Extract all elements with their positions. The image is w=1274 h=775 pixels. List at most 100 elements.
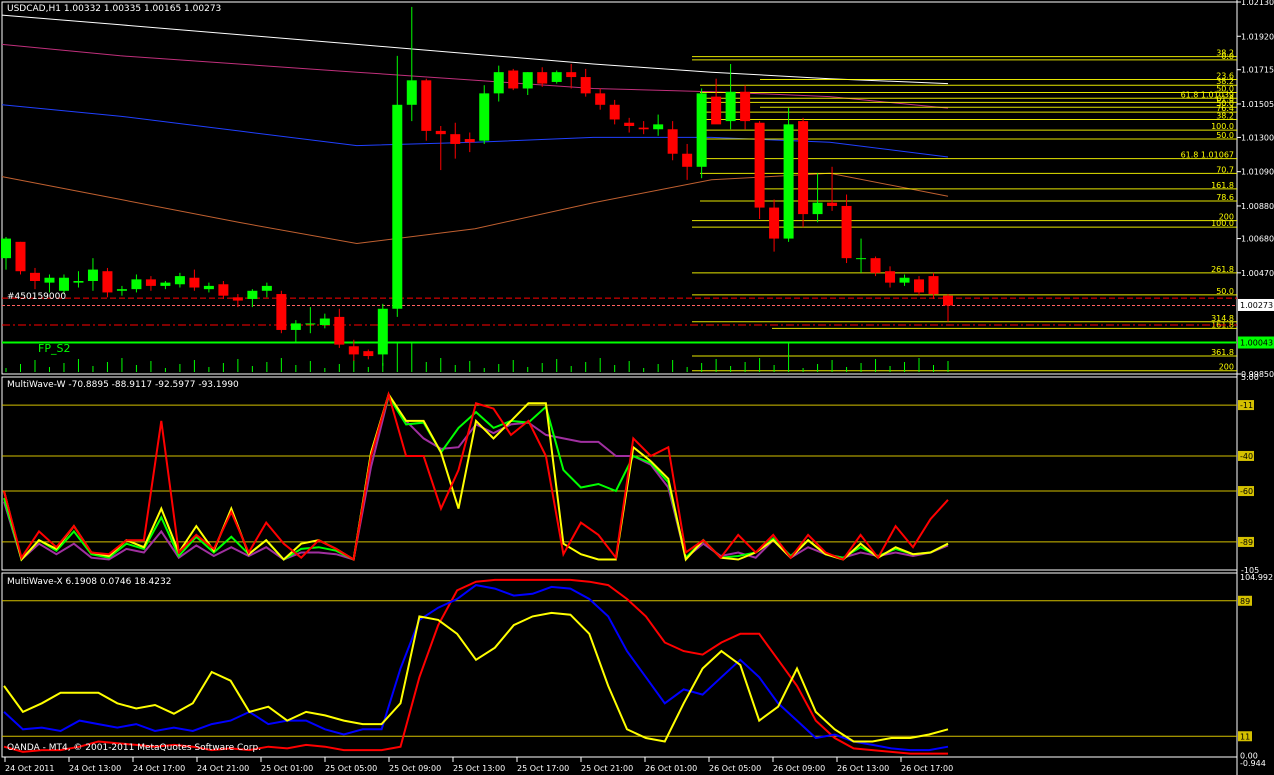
candle-body [493, 72, 504, 94]
fib-level-label: 0.0 [1221, 52, 1234, 61]
candle-body [189, 277, 200, 288]
candle-body [566, 72, 577, 78]
candle-body [696, 93, 707, 167]
candle-body [145, 279, 156, 286]
moving-average-line-0 [1, 14, 949, 85]
candle-body [29, 272, 40, 281]
candle-body [653, 124, 664, 130]
price-axis-label: 1.02130 [1241, 0, 1274, 7]
candle-body [682, 153, 693, 167]
time-axis-label: 26 Oct 09:00 [773, 764, 825, 773]
price-axis-label: 1.00680 [1241, 235, 1274, 244]
fib-level-label: 161.8 [1211, 181, 1234, 190]
wave-w-scale-label: -60 [1240, 487, 1253, 496]
time-axis-label: 26 Oct 05:00 [709, 764, 761, 773]
time-axis-label: 24 Oct 17:00 [133, 764, 185, 773]
wave-w-series-3 [3, 390, 949, 562]
candle-body [914, 279, 925, 293]
price-axis-label: 1.01920 [1241, 32, 1274, 41]
candle-body [392, 104, 403, 309]
wave-x-scale-label: 89 [1240, 597, 1250, 606]
time-axis-label: 25 Oct 17:00 [517, 764, 569, 773]
fib-level-label: 200 [1219, 363, 1234, 372]
candle-body [58, 277, 69, 291]
time-axis-label: 26 Oct 13:00 [837, 764, 889, 773]
wave-w-scale-label: 5.00 [1241, 373, 1259, 382]
wave-w-header: MultiWave-W -70.8895 -88.9117 -92.5977 -… [7, 380, 239, 390]
candle-body [464, 139, 475, 143]
candle-body [305, 323, 316, 325]
candle-body [1, 238, 11, 259]
copyright-footer: OANDA - MT4, © 2001-2011 MetaQuotes Soft… [7, 743, 262, 753]
candle-body [522, 72, 533, 89]
candle-body [44, 277, 55, 283]
candle-body [73, 281, 84, 283]
fib-level-label: 78.6 [1216, 193, 1234, 202]
fp-s2-label: FP_S2 [38, 342, 71, 355]
candle-body [421, 80, 432, 131]
wave-x-scale-label: -0.944 [1240, 759, 1266, 768]
candle-body [885, 271, 896, 283]
candle-body [624, 122, 635, 126]
candle-body [87, 269, 98, 281]
wave-x-scale-label: 11 [1240, 732, 1250, 741]
fib-level-label: 361.8 [1211, 348, 1234, 357]
price-axis-label: 1.01505 [1241, 100, 1274, 109]
candle-body [870, 258, 881, 273]
candle-body [160, 282, 171, 286]
panel-frame-0 [1, 1, 1238, 375]
candle-body [943, 295, 953, 306]
price-axis-label: 1.01715 [1241, 66, 1274, 75]
candle-body [450, 134, 461, 144]
candle-body [638, 127, 649, 130]
candle-body [276, 294, 287, 330]
candle-body [218, 284, 229, 296]
main-header: USDCAD,H1 1.00332 1.00335 1.00165 1.0027… [7, 4, 222, 14]
candle-body [856, 258, 867, 260]
time-axis-label: 25 Oct 09:00 [389, 764, 441, 773]
time-axis-label: 24 Oct 21:00 [197, 764, 249, 773]
candle-body [247, 290, 258, 299]
wave-x-scale-label: 104.992 [1240, 573, 1273, 582]
candle-body [479, 93, 490, 141]
wave-x-header: MultiWave-X 6.1908 0.0746 18.4232 [7, 577, 172, 587]
candle-body [537, 72, 548, 84]
candle-body [725, 91, 736, 122]
time-axis-label: 25 Oct 13:00 [453, 764, 505, 773]
candle-body [740, 91, 751, 122]
support-price-label: 1.00043 [1240, 339, 1273, 348]
candle-body [812, 202, 823, 215]
wave-w-scale-label: -11 [1240, 401, 1253, 410]
candle-body [363, 351, 374, 357]
candle-body [580, 77, 591, 94]
candle-body [203, 285, 214, 290]
candle-body [116, 289, 127, 291]
candle-body [406, 80, 417, 105]
candle-body [841, 205, 852, 259]
current-price-label: 1.00273 [1240, 301, 1273, 310]
candle-body [232, 297, 243, 301]
time-axis-label: 26 Oct 17:00 [901, 764, 953, 773]
wave-x-series-1 [3, 584, 949, 752]
candle-body [827, 202, 838, 206]
candle-body [334, 316, 345, 345]
candle-body [899, 277, 910, 283]
candle-body [377, 308, 388, 355]
candle-body [609, 104, 620, 120]
price-axis-label: 1.00470 [1241, 269, 1274, 278]
candle-body [551, 72, 562, 82]
candle-body [928, 276, 939, 295]
candle-body [435, 130, 446, 135]
candle-body [769, 207, 780, 239]
candle-body [595, 93, 606, 105]
price-axis-label: 1.01300 [1241, 133, 1274, 142]
candle-body [290, 323, 301, 330]
candle-body [711, 96, 722, 125]
order-label: #450159000 [7, 292, 67, 302]
candle-body [102, 271, 113, 293]
time-axis-label: 25 Oct 05:00 [325, 764, 377, 773]
wave-w-scale-label: -40 [1240, 452, 1253, 461]
wave-x-series-2 [3, 611, 949, 743]
fib-level-label: 61.8 1.01067 [1181, 151, 1234, 160]
fib-level-label: 50.0 [1216, 131, 1234, 140]
